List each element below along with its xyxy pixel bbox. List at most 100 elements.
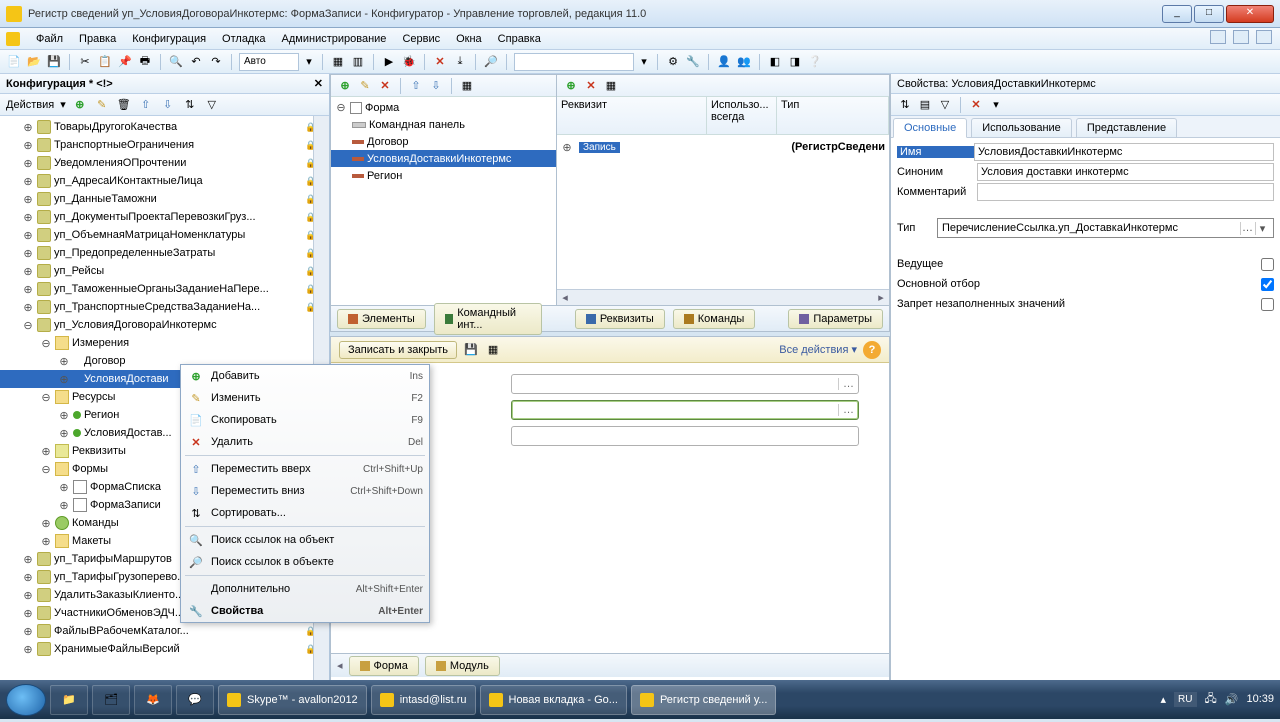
tree-row[interactable]: ⊕ ТранспортныеОграничения 🔒 [0,136,329,154]
col-type[interactable]: Тип [777,97,889,134]
start-button[interactable] [6,684,46,716]
prop-type-input[interactable]: ПеречислениеСсылка.уп_ДоставкаИнкотермс … [937,218,1274,238]
fp-tab[interactable]: Форма [349,656,419,676]
tree-sort-icon[interactable]: ⇅ [182,97,198,113]
prop-leading-check[interactable] [1261,258,1274,271]
tree-row[interactable]: ⊖ уп_УсловияДоговораИнкотермс [0,316,329,334]
preview-input-1[interactable]: … [511,374,859,394]
tb-redo-icon[interactable]: ↷ [208,54,224,70]
tray-net-icon[interactable]: 🖧 [1205,690,1217,709]
tree-row[interactable]: ⊖ Измерения [0,334,329,352]
tree-edit-icon[interactable]: ✎ [94,97,110,113]
tb-tool2-icon[interactable]: ▥ [350,54,366,70]
fd-tab[interactable]: Командный инт... [434,303,542,335]
fe-down-icon[interactable]: ⇩ [428,78,444,94]
prop-name-input[interactable] [974,143,1274,161]
tree-row[interactable]: ⊕ уп_Рейсы 🔒 [0,262,329,280]
tray-lang[interactable]: RU [1174,692,1196,707]
tb-zoom-icon[interactable]: 🔎 [483,54,499,70]
taskbar-ff-icon[interactable]: 🦊 [134,685,172,715]
tree-row[interactable]: ⊕ уп_АдресаИКонтактныеЛица 🔒 [0,172,329,190]
context-Поиск ссылок в объекте[interactable]: 🔎Поиск ссылок в объекте [181,551,429,573]
tree-row[interactable]: ⊕ ФайлыВРабочемКаталог... 🔒 [0,622,329,640]
col-requisite[interactable]: Реквизит [557,97,707,134]
prop-com-input[interactable] [977,183,1274,201]
fd-form-row[interactable]: ⊖Форма [331,99,556,116]
lookup-icon[interactable]: … [838,404,858,416]
tree-row[interactable]: ⊕ уп_ОбъемнаяМатрицаНоменклатуры 🔒 [0,226,329,244]
type-ellipsis-icon[interactable]: … [1240,222,1254,235]
tree-row[interactable]: ⊕ уп_ТаможенныеОрганыЗаданиеНаПере... 🔒 [0,280,329,298]
tree-row[interactable]: ⊕ уп_ТранспортныеСредстваЗаданиеНа... 🔒 [0,298,329,316]
tb-font-dd[interactable]: ▾ [303,54,315,70]
tb-search-input[interactable] [514,53,634,71]
tree-row[interactable]: ⊕ уп_ДанныеТаможни 🔒 [0,190,329,208]
menu-help[interactable]: Справка [490,31,549,47]
context-Скопировать[interactable]: 📄СкопироватьF9 [181,409,429,431]
tree-row[interactable]: ⊕ УведомленияОПрочтении 🔒 [0,154,329,172]
menu-service[interactable]: Сервис [394,31,448,47]
tb-run-icon[interactable]: ▶ [381,54,397,70]
tb-print-icon[interactable]: 🖶 [137,54,153,70]
col-use[interactable]: Использо...всегда [707,97,777,134]
tb-search-dd[interactable]: ▾ [638,54,650,70]
fd-row[interactable]: Договор [331,133,556,150]
menu-config[interactable]: Конфигурация [124,31,214,47]
fa-add-icon[interactable]: ⊕ [563,78,579,94]
prop-cat-icon[interactable]: ▤ [917,97,933,113]
context-Поиск ссылок на объект[interactable]: 🔍Поиск ссылок на объект [181,529,429,551]
tb-tool1-icon[interactable]: ▦ [330,54,346,70]
tb-debug-icon[interactable]: 🐞 [401,54,417,70]
tree-row[interactable]: ⊕ уп_ДокументыПроектаПеревозкиГруз... 🔒 [0,208,329,226]
tb-step-icon[interactable]: ⤓ [452,54,468,70]
prop-syn-input[interactable] [977,163,1274,181]
context-Переместить вверх[interactable]: ⇧Переместить вверхCtrl+Shift+Up [181,458,429,480]
taskbar-item[interactable]: Регистр сведений у... [631,685,776,715]
tb-cfg1-icon[interactable]: ⚙ [665,54,681,70]
taskbar-item[interactable]: Новая вкладка - Go... [480,685,627,715]
taskbar-explorer-icon[interactable]: 📁 [50,685,88,715]
menu-debug[interactable]: Отладка [214,31,273,47]
prop-deny-check[interactable] [1261,298,1274,311]
tb-cut-icon[interactable]: ✂ [77,54,93,70]
tree-filter-icon[interactable]: ▽ [204,97,220,113]
fd-tab[interactable]: Элементы [337,309,426,329]
tb-find-icon[interactable]: 🔍 [168,54,184,70]
fa-hscroll[interactable]: ◂▸ [557,289,889,305]
tree-row[interactable]: ⊕ уп_ПредопределенныеЗатраты 🔒 [0,244,329,262]
menu-admin[interactable]: Администрирование [274,31,395,47]
tb-user-icon[interactable]: 👤 [716,54,732,70]
prop-dd-icon[interactable]: ▾ [988,97,1004,113]
tb-help-icon[interactable]: ❔ [807,54,823,70]
fd-tab[interactable]: Команды [673,309,756,329]
taskbar-item[interactable]: intasd@list.ru [371,685,476,715]
tb-stop-icon[interactable]: ✕ [432,54,448,70]
tree-up-icon[interactable]: ⇧ [138,97,154,113]
tray-clock[interactable]: 10:39 [1246,694,1274,705]
fe-add-icon[interactable]: ⊕ [337,78,353,94]
fa-del-icon[interactable]: ✕ [583,78,599,94]
fe-up-icon[interactable]: ⇧ [408,78,424,94]
tree-actions-dropdown[interactable]: Действия [6,99,54,111]
type-dd-icon[interactable]: ▾ [1255,222,1269,235]
tray-sound-icon[interactable]: 🔊 [1225,693,1239,706]
fd-row[interactable]: УсловияДоставкиИнкотермс [331,150,556,167]
tb-undo-icon[interactable]: ↶ [188,54,204,70]
tree-add-icon[interactable]: ⊕ [72,97,88,113]
all-actions-link[interactable]: Все действия ▾ [779,343,857,356]
tray-arrow-icon[interactable]: ▴ [1161,693,1167,706]
tab-usage[interactable]: Использование [971,118,1072,137]
taskbar-item[interactable]: Skype™ - avallon2012 [218,685,367,715]
preview-input-3[interactable] [511,426,859,446]
inner-min[interactable] [1210,30,1226,44]
context-Сортировать...[interactable]: ⇅Сортировать... [181,502,429,524]
maximize-button[interactable]: □ [1194,5,1224,23]
close-button[interactable]: ✕ [1226,5,1274,23]
fe-more-icon[interactable]: ▦ [459,78,475,94]
tree-down-icon[interactable]: ⇩ [160,97,176,113]
menu-edit[interactable]: Правка [71,31,124,47]
inner-close[interactable] [1256,30,1272,44]
tab-main[interactable]: Основные [893,118,967,138]
tb-open-icon[interactable]: 📂 [26,54,42,70]
tb-cfg2-icon[interactable]: 🔧 [685,54,701,70]
